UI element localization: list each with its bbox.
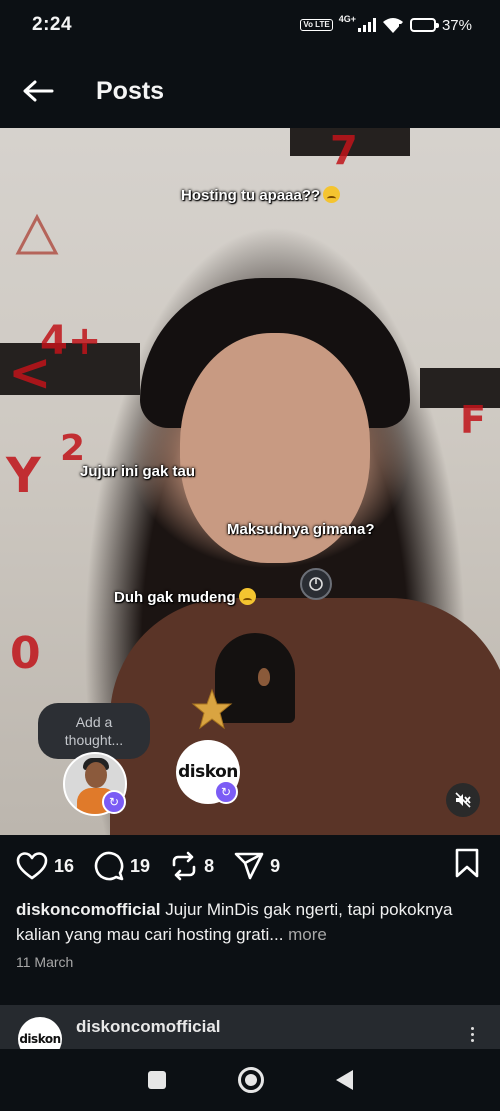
more-link[interactable]: more xyxy=(283,925,327,944)
mute-button[interactable] xyxy=(446,783,480,817)
repost-badge-icon: ↻ xyxy=(102,790,126,814)
next-post-avatar[interactable]: diskon xyxy=(18,1017,62,1049)
more-options-icon[interactable] xyxy=(471,1027,474,1042)
share-button[interactable]: 9 xyxy=(234,851,280,881)
battery-percent: 37% xyxy=(441,16,472,34)
system-back-button[interactable] xyxy=(335,1070,353,1090)
save-button[interactable] xyxy=(454,848,480,883)
status-bar: 2:24 Vo LTE 4G+ 37% xyxy=(0,0,500,50)
wifi-icon xyxy=(382,18,403,33)
like-count: 16 xyxy=(54,855,75,876)
heart-icon xyxy=(16,852,48,880)
arrow-left-icon xyxy=(23,80,54,102)
status-icons: Vo LTE 4G+ 37% xyxy=(300,14,472,34)
post-caption: diskoncomofficial Jujur MinDis gak ngert… xyxy=(16,897,486,947)
post-actions: 16 19 8 9 xyxy=(0,848,500,884)
sweater-shape xyxy=(110,598,500,835)
battery-indicator: 37% xyxy=(409,16,472,34)
home-button[interactable] xyxy=(237,1067,264,1093)
status-time: 2:24 xyxy=(32,14,73,35)
repost-count: 8 xyxy=(204,855,215,876)
crying-emoji-icon xyxy=(238,588,256,605)
next-post-username[interactable]: diskoncomofficial xyxy=(76,1017,221,1037)
necklace-pendant xyxy=(258,668,270,686)
text-sticker-bottom: Duh gak mudeng xyxy=(114,588,256,606)
speaker-muted-icon xyxy=(455,792,471,808)
wall-triangle-drawing xyxy=(15,213,59,255)
text-sticker-top: Hosting tu apaaa?? xyxy=(181,186,341,204)
wall-scribble: F xyxy=(460,398,486,442)
wall-scribble: 0 xyxy=(10,628,41,679)
volte-icon: Vo LTE xyxy=(300,19,333,31)
caption-username[interactable]: diskoncomofficial xyxy=(16,900,161,919)
comment-bubble-icon xyxy=(94,851,124,881)
post-date: 11 March xyxy=(16,954,74,970)
power-icon xyxy=(309,577,323,591)
system-nav-bar xyxy=(0,1049,500,1111)
repost-icon xyxy=(172,851,196,881)
starfish-sticker-icon xyxy=(191,688,233,730)
comment-button[interactable]: 19 xyxy=(94,851,150,881)
share-count: 9 xyxy=(270,855,281,876)
next-post-header[interactable]: diskon diskoncomofficial xyxy=(0,1005,500,1049)
page-title: Posts xyxy=(96,76,165,105)
wall-scribble: 7 xyxy=(330,128,358,174)
wall-scribble: 4+ xyxy=(40,318,102,364)
wall-scribble: Y xyxy=(6,448,41,504)
round-badge-sticker xyxy=(300,568,332,600)
repost-button[interactable]: 8 xyxy=(170,851,214,881)
repost-badge-icon: ↻ xyxy=(214,780,238,804)
sad-emoji-icon xyxy=(323,186,341,203)
signal-icon xyxy=(357,18,376,32)
send-icon xyxy=(234,852,264,880)
like-button[interactable]: 16 xyxy=(16,851,74,881)
text-sticker-left: Jujur ini gak tau xyxy=(80,463,196,480)
comment-count: 19 xyxy=(130,855,151,876)
network-type: 4G+ xyxy=(338,14,356,24)
bookmark-icon xyxy=(455,848,479,878)
brand-logo-text: diskon xyxy=(19,1032,61,1046)
app-header: Posts xyxy=(0,62,500,120)
recents-button[interactable] xyxy=(147,1071,166,1089)
brand-logo-text: diskon xyxy=(178,762,238,782)
add-thought-button[interactable]: Add a thought... xyxy=(38,703,150,759)
text-sticker-right: Maksudnya gimana? xyxy=(227,521,375,538)
battery-icon xyxy=(409,18,439,32)
back-button[interactable] xyxy=(20,73,56,109)
